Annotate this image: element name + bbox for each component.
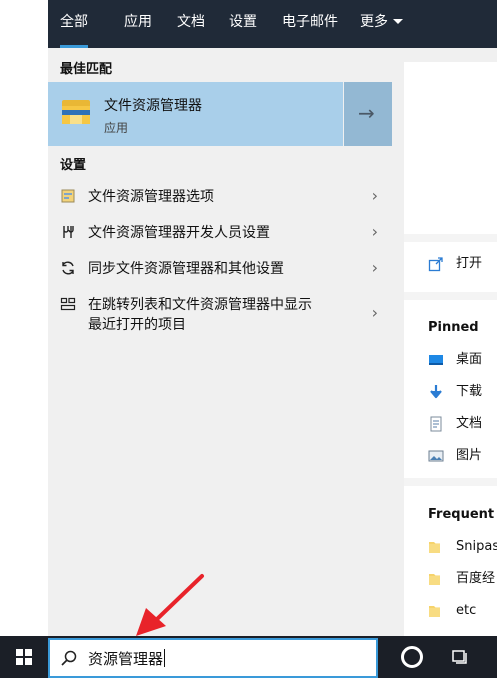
chevron-right-icon: ›: [371, 303, 378, 322]
best-match-subtitle: 应用: [104, 121, 129, 135]
best-match-result[interactable]: 文件资源管理器 应用: [48, 82, 343, 146]
setting-label: 在跳转列表和文件资源管理器中显示 最近打开的项目: [88, 295, 312, 335]
tab-label: 更多: [360, 14, 388, 30]
chevron-right-icon: ›: [371, 222, 378, 241]
search-box[interactable]: 资源管理器: [48, 638, 378, 678]
folder-icon: [428, 603, 444, 619]
pinned-item-label: 桌面: [456, 352, 483, 367]
developer-tools-icon: [60, 224, 76, 240]
search-input[interactable]: 资源管理器: [88, 649, 166, 669]
tab-label: 全部: [60, 14, 88, 30]
setting-label-line1: 在跳转列表和文件资源管理器中显示: [88, 297, 312, 313]
results-panel: 最佳匹配 文件资源管理器 应用 → 设置 文件资源管理器选项 › 文件资源管理器…: [48, 48, 404, 638]
best-match-heading: 最佳匹配: [60, 62, 113, 77]
frequent-item-label: 百度经: [456, 571, 496, 586]
windows-logo-icon: [16, 649, 32, 665]
folder-options-icon: [60, 188, 76, 204]
text-cursor: [164, 649, 166, 667]
open-external-icon: [428, 256, 444, 272]
sync-icon: [60, 260, 76, 276]
search-query-text: 资源管理器: [88, 650, 164, 668]
setting-item-sync[interactable]: 同步文件资源管理器和其他设置 ›: [48, 250, 392, 286]
document-icon: [428, 416, 444, 432]
file-explorer-icon: [62, 98, 92, 128]
tab-apps[interactable]: 应用: [124, 0, 152, 48]
chevron-right-icon: ›: [371, 258, 378, 277]
settings-heading: 设置: [60, 158, 87, 173]
tab-label: 电子邮件: [282, 14, 338, 30]
tab-settings[interactable]: 设置: [229, 0, 257, 48]
setting-label-line2: 最近打开的项目: [88, 317, 186, 333]
start-button[interactable]: [0, 636, 48, 678]
pinned-heading: Pinned: [428, 320, 479, 335]
tab-label: 应用: [124, 14, 152, 30]
tab-label: 文档: [177, 14, 205, 30]
desktop-background: [0, 0, 48, 636]
frequent-item-label: etc: [456, 603, 477, 618]
setting-item-folder-options[interactable]: 文件资源管理器选项 ›: [48, 178, 392, 214]
setting-item-recent-items[interactable]: 在跳转列表和文件资源管理器中显示 最近打开的项目 ›: [48, 286, 392, 342]
chevron-right-icon: ›: [371, 186, 378, 205]
frequent-item-label: Snipas: [456, 539, 497, 554]
divider: [404, 234, 497, 242]
tab-documents[interactable]: 文档: [177, 0, 205, 48]
tab-label: 设置: [229, 14, 257, 30]
tab-all[interactable]: 全部: [60, 0, 88, 48]
search-scope-tabs: 全部 应用 文档 设置 电子邮件 更多: [48, 0, 497, 48]
pinned-item-label: 图片: [456, 448, 483, 463]
divider: [404, 478, 497, 486]
start-layout-icon: [60, 296, 76, 312]
download-icon: [428, 384, 444, 400]
pinned-item-label: 文档: [456, 416, 483, 431]
cortana-icon[interactable]: [401, 646, 423, 668]
setting-label: 同步文件资源管理器和其他设置: [88, 261, 284, 277]
chevron-down-icon: [393, 19, 403, 24]
folder-icon: [428, 539, 444, 555]
frequent-heading: Frequent: [428, 507, 495, 522]
open-details-button[interactable]: →: [344, 82, 392, 146]
arrow-right-icon: →: [358, 101, 375, 125]
divider: [404, 48, 497, 62]
setting-item-developer[interactable]: 文件资源管理器开发人员设置 ›: [48, 214, 392, 250]
pinned-item-label: 下载: [456, 384, 483, 399]
setting-label: 文件资源管理器选项: [88, 189, 214, 205]
tab-email[interactable]: 电子邮件: [282, 0, 338, 48]
desktop-icon: [428, 352, 444, 368]
folder-icon: [428, 571, 444, 587]
search-icon: [60, 649, 78, 667]
task-view-icon[interactable]: [452, 648, 472, 666]
setting-label: 文件资源管理器开发人员设置: [88, 225, 270, 241]
tab-more[interactable]: 更多: [360, 0, 403, 48]
best-match-title: 文件资源管理器: [104, 98, 202, 114]
open-label: 打开: [456, 256, 483, 271]
divider: [404, 292, 497, 300]
pictures-icon: [428, 448, 444, 464]
